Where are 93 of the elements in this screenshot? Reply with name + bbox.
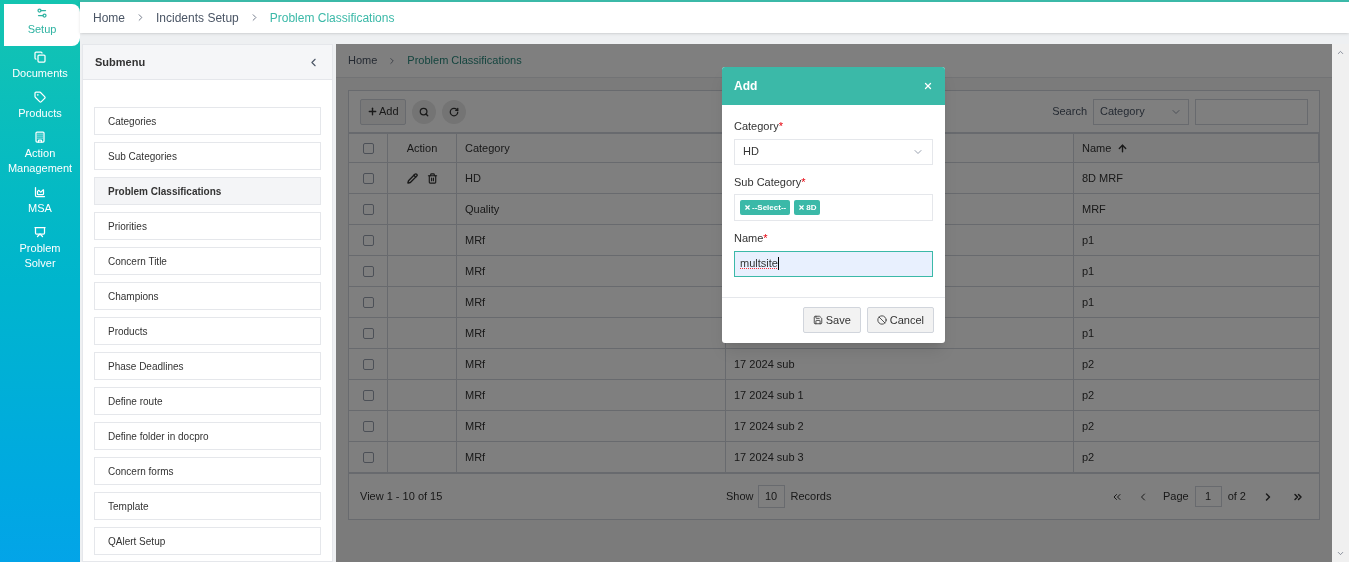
page-count: of 2 — [1227, 489, 1246, 505]
field-label: Category* — [734, 119, 784, 134]
cancel-button[interactable]: Cancel — [866, 307, 934, 333]
breadcrumb-link[interactable]: Home — [93, 8, 125, 27]
table-cell-text: MRf — [465, 387, 486, 403]
tag-icon — [34, 91, 46, 103]
submenu-item[interactable]: Priorities — [94, 212, 321, 240]
submenu-item[interactable]: Concern forms — [94, 457, 321, 485]
table-cell-text: p1 — [1082, 263, 1095, 279]
table-cell-text: MRf — [465, 263, 486, 279]
table-cell-text: 17 2024 sub 3 — [734, 449, 804, 465]
save-button[interactable]: Save — [802, 307, 861, 333]
column-header[interactable]: Name — [1082, 139, 1112, 157]
checkbox[interactable] — [362, 172, 374, 184]
ban-icon — [876, 315, 887, 325]
table-cell-text: 17 2024 sub 2 — [734, 418, 804, 434]
table-cell-text: 8D MRF — [1082, 170, 1123, 186]
checkbox[interactable] — [362, 142, 374, 154]
submenu-item[interactable]: Template — [94, 492, 321, 520]
board-icon — [34, 226, 46, 238]
submenu-item[interactable]: Define route — [94, 387, 321, 415]
submenu-item[interactable]: Products — [94, 317, 321, 345]
table-cell-text: p2 — [1082, 387, 1095, 403]
table-cell-text: p2 — [1082, 356, 1095, 372]
delete-icon[interactable] — [426, 172, 438, 184]
close-icon[interactable] — [923, 81, 933, 91]
checkbox[interactable] — [362, 265, 374, 277]
table-cell-text: p2 — [1082, 449, 1095, 465]
page-label: Page — [1162, 489, 1189, 505]
table-cell-text: p2 — [1082, 418, 1095, 434]
table-cell-text: HD — [465, 170, 481, 186]
submenu-item[interactable]: Categories — [94, 107, 321, 135]
checkbox[interactable] — [362, 296, 374, 308]
breadcrumb-link[interactable]: Home — [348, 52, 378, 69]
category-select[interactable]: HD — [734, 138, 933, 165]
records-label: Records — [790, 489, 832, 505]
table-cell-text: 17 2024 sub — [734, 356, 795, 372]
table-cell-text: MRf — [465, 449, 486, 465]
checkbox[interactable] — [362, 234, 374, 246]
table-cell-text: MRf — [465, 356, 486, 372]
checkbox[interactable] — [362, 327, 374, 339]
records-summary: View 1 - 10 of 15 — [360, 489, 444, 505]
table-cell-text: MRF — [1082, 201, 1106, 217]
page-number-field[interactable]: 1 — [1194, 486, 1222, 507]
scroll-up-icon[interactable] — [1336, 48, 1345, 57]
dialog-title: Add — [734, 78, 758, 95]
refresh-button[interactable] — [441, 99, 466, 124]
table-cell-text: p1 — [1082, 232, 1095, 248]
checkbox[interactable] — [362, 389, 374, 401]
table-cell-text: p1 — [1082, 294, 1095, 310]
column-header[interactable]: Action — [406, 139, 438, 157]
search-button[interactable] — [411, 99, 436, 124]
search-field-select[interactable]: Category — [1093, 98, 1189, 125]
refresh-icon — [448, 106, 459, 117]
remove-icon[interactable] — [744, 204, 751, 211]
table-cell-text: 17 2024 sub 1 — [734, 387, 804, 403]
field-label: Sub Category* — [734, 174, 807, 190]
submenu-item[interactable]: Phase Deadlines — [94, 352, 321, 380]
name-input[interactable]: multsite — [734, 250, 933, 277]
add-button[interactable]: Add — [360, 98, 406, 125]
search-icon — [418, 106, 429, 117]
submenu-item[interactable]: Problem Classifications — [94, 177, 321, 205]
save-icon — [812, 315, 823, 325]
page-size-field[interactable]: 10 — [757, 485, 785, 508]
scroll-down-icon[interactable] — [1336, 549, 1345, 558]
table-cell-text: MRf — [465, 418, 486, 434]
submenu-item[interactable]: Concern Title — [94, 247, 321, 275]
edit-icon[interactable] — [406, 172, 418, 184]
remove-icon[interactable] — [798, 204, 806, 211]
plus-icon — [367, 106, 378, 117]
submenu-item[interactable]: QAlert Setup — [94, 527, 321, 555]
show-label: Show — [726, 489, 754, 505]
search-label: Search — [1052, 104, 1087, 120]
submenu-item[interactable]: Sub Categories — [94, 142, 321, 170]
checkbox[interactable] — [362, 451, 374, 463]
table-cell-text: MRf — [465, 232, 486, 248]
checkbox[interactable] — [362, 420, 374, 432]
checkbox[interactable] — [362, 358, 374, 370]
table-cell-text: MRf — [465, 325, 486, 341]
submenu-title: Submenu — [95, 54, 146, 70]
chart-icon — [34, 186, 46, 198]
checkbox[interactable] — [362, 203, 374, 215]
table-cell-text: p1 — [1082, 325, 1095, 341]
table-cell-text: MRf — [465, 294, 486, 310]
field-label: Name* — [734, 231, 769, 246]
column-header[interactable]: Category — [465, 139, 510, 157]
table-cell-text: Quality — [465, 201, 500, 217]
submenu-item[interactable]: Define folder in docpro — [94, 422, 321, 450]
sort-arrow-icon[interactable] — [1117, 142, 1129, 154]
breadcrumb-link[interactable]: Incidents Setup — [156, 8, 239, 27]
submenu-item[interactable]: Champions — [94, 282, 321, 310]
building-icon — [34, 131, 46, 143]
copy-icon — [34, 51, 46, 63]
